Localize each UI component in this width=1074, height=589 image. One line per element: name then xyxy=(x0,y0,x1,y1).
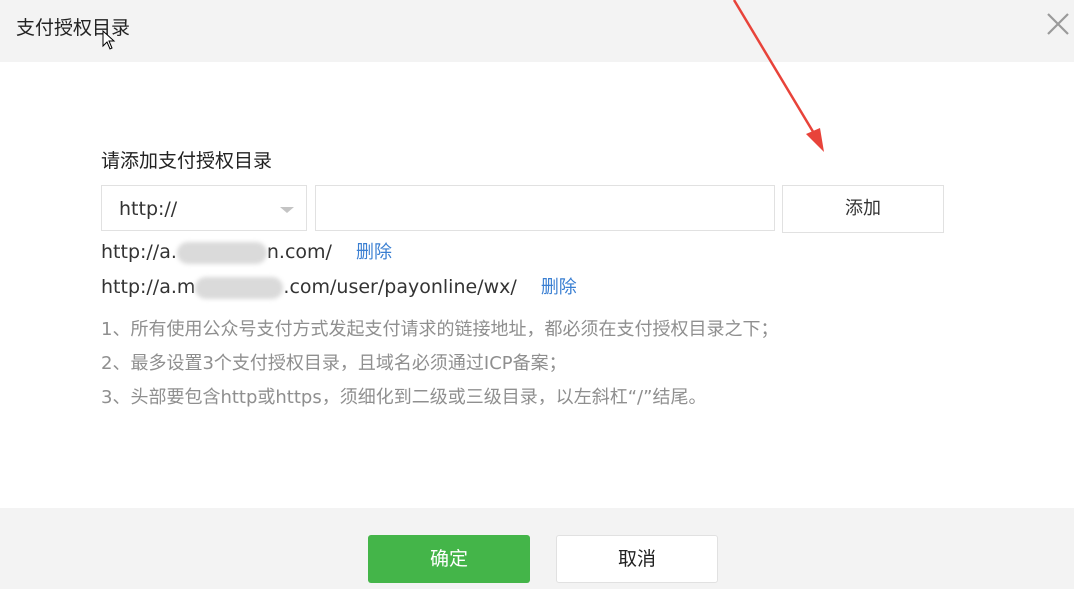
entry-url-suffix: n.com/ xyxy=(266,241,332,263)
add-button[interactable]: 添加 xyxy=(782,185,944,233)
cancel-button[interactable]: 取消 xyxy=(556,535,718,583)
dialog-footer xyxy=(0,508,1074,589)
entry-url-prefix: http://a.m xyxy=(101,276,196,298)
entry-url-prefix: http://a. xyxy=(101,241,177,263)
confirm-button[interactable]: 确定 xyxy=(368,535,530,583)
redacted-blur xyxy=(176,241,267,264)
form-label: 请添加支付授权目录 xyxy=(101,150,273,172)
delete-link[interactable]: 删除 xyxy=(541,277,577,298)
path-input[interactable] xyxy=(315,185,775,231)
mouse-cursor-icon xyxy=(102,30,116,50)
note-item: 2、最多设置3个支付授权目录，且域名必须通过ICP备案； xyxy=(101,353,567,374)
entry-url-suffix: .com/user/payonline/wx/ xyxy=(283,276,517,298)
note-item: 3、头部要包含http或https，须细化到二级或三级目录，以左斜杠“/”结尾。 xyxy=(101,387,707,408)
close-icon[interactable] xyxy=(1044,10,1072,38)
list-item: http://a.m .com/user/payonline/wx/ 删除 xyxy=(101,273,577,299)
redacted-blur xyxy=(195,276,284,299)
dialog-header: 支付授权目录 xyxy=(0,0,1074,62)
protocol-select-value: http:// xyxy=(119,198,178,220)
note-item: 1、所有使用公众号支付方式发起支付请求的链接地址，都必须在支付授权目录之下； xyxy=(101,319,779,340)
list-item: http://a. n.com/ 删除 xyxy=(101,238,392,264)
protocol-select[interactable]: http:// xyxy=(101,185,307,231)
chevron-down-icon xyxy=(280,207,294,213)
delete-link[interactable]: 删除 xyxy=(356,242,392,263)
annotation-arrow-icon xyxy=(732,0,824,152)
